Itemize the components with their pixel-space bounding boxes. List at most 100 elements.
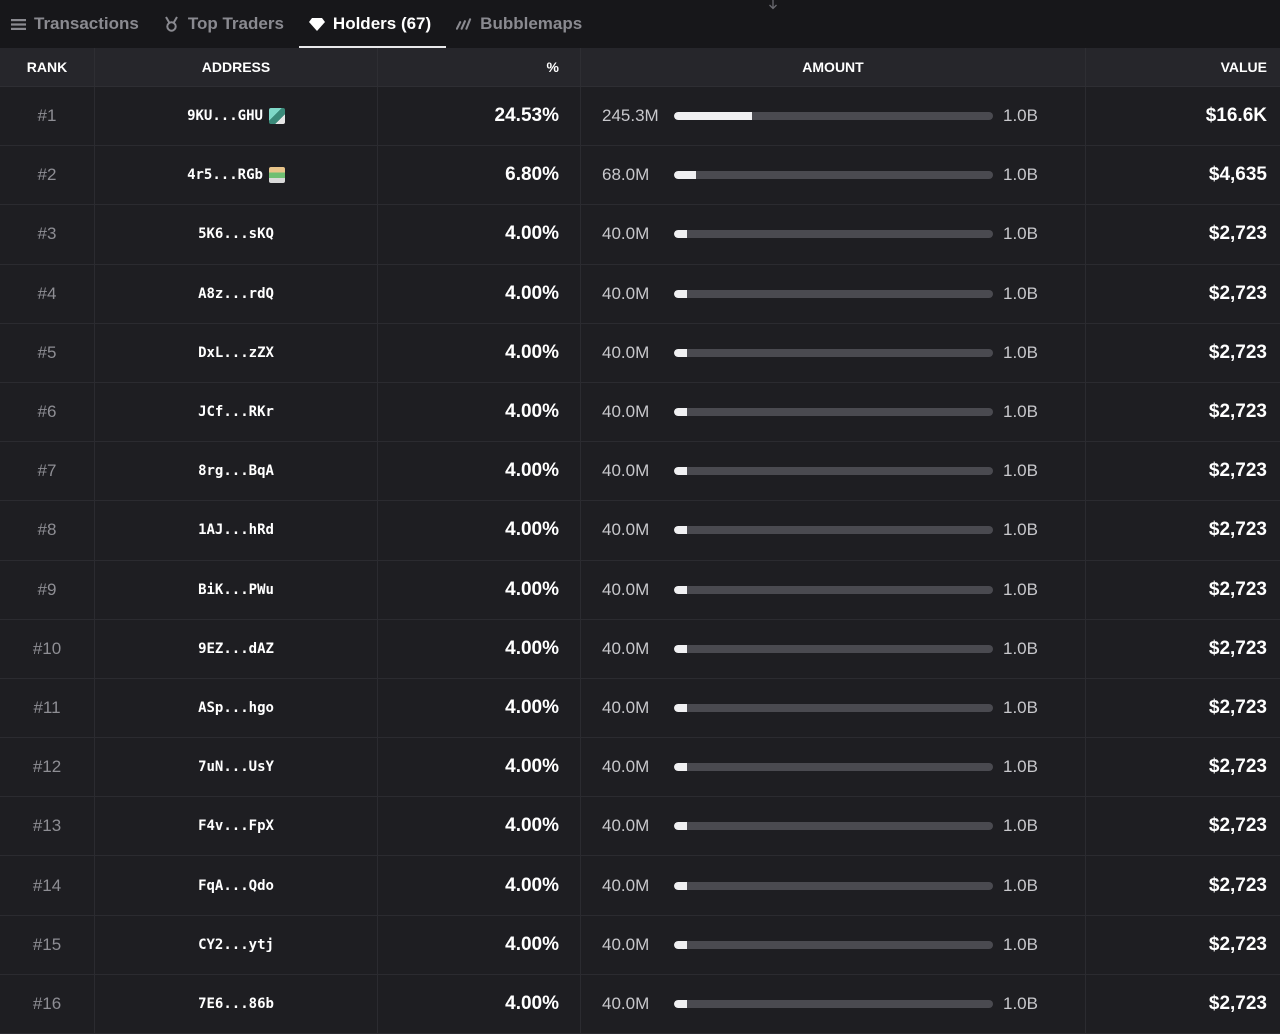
rank-text: #14 — [32, 875, 62, 895]
percent-text: 4.00% — [505, 223, 559, 245]
rank-cell: #15 — [0, 915, 95, 974]
address-text[interactable]: 5K6...sKQ — [198, 226, 274, 242]
address-cell[interactable]: ASp...hgo — [95, 678, 378, 738]
table-row[interactable]: #9 BiK...PWu 4.00% 40.0M 1.0B $2,723 — [0, 560, 1280, 620]
holding-bar — [674, 171, 993, 180]
total-supply-text: 1.0B — [1003, 106, 1038, 126]
address-cell[interactable]: 7uN...UsY — [95, 738, 378, 797]
address-text[interactable]: A8z...rdQ — [198, 286, 274, 302]
table-row[interactable]: #1 9KU...GHU 24.53% 245.3M 1.0B $16.6K — [0, 87, 1280, 147]
percent-text: 4.00% — [505, 933, 559, 955]
table-row[interactable]: #14 FqA...Qdo 4.00% 40.0M 1.0B $2,723 — [0, 856, 1280, 916]
table-row[interactable]: #10 9EZ...dAZ 4.00% 40.0M 1.0B $2,723 — [0, 619, 1280, 679]
amount-text: 40.0M — [602, 224, 650, 244]
value-cell: $2,723 — [1086, 975, 1280, 1033]
address-cell[interactable]: 9EZ...dAZ — [95, 619, 378, 678]
holding-bar-fill — [674, 289, 687, 298]
header-percent[interactable]: % — [378, 48, 581, 86]
address-text[interactable]: 9KU...GHU — [187, 108, 263, 124]
tab-bubblemaps[interactable]: Bubblemaps — [446, 0, 597, 48]
address-text[interactable]: JCf...RKr — [198, 404, 274, 420]
tab-transactions[interactable]: Transactions — [0, 0, 154, 48]
value-text: $2,723 — [1208, 341, 1267, 363]
header-amount[interactable]: AMOUNT — [581, 48, 1086, 86]
address-cell[interactable]: CY2...ytj — [95, 915, 378, 974]
rank-cell: #8 — [0, 501, 95, 560]
table-row[interactable]: #5 DxL...zZX 4.00% 40.0M 1.0B $2,723 — [0, 323, 1280, 383]
amount-text: 40.0M — [602, 875, 650, 895]
address-cell[interactable]: 9KU...GHU — [95, 87, 378, 146]
address-cell[interactable]: 7E6...86b — [95, 974, 378, 1033]
address-text[interactable]: 9EZ...dAZ — [198, 641, 274, 657]
table-row[interactable]: #11 ASp...hgo 4.00% 40.0M 1.0B $2,723 — [0, 678, 1280, 739]
address-text[interactable]: ASp...hgo — [198, 700, 274, 716]
table-row[interactable]: #12 7uN...UsY 4.00% 40.0M 1.0B $2,723 — [0, 738, 1280, 798]
rank-text: #4 — [37, 283, 57, 303]
value-cell: $2,723 — [1086, 738, 1280, 796]
rank-cell: #7 — [0, 442, 95, 501]
diamond-icon — [308, 16, 325, 32]
tab-holders[interactable]: Holders (67) — [298, 0, 447, 48]
rank-cell: #5 — [0, 323, 95, 382]
value-text: $2,723 — [1208, 815, 1267, 837]
address-text[interactable]: F4v...FpX — [198, 818, 274, 834]
address-cell[interactable]: 1AJ...hRd — [95, 501, 378, 560]
tab-bar: Transactions Top Traders Holders (67) Bu… — [0, 0, 1280, 48]
percent-cell: 6.80% — [378, 146, 581, 205]
address-text[interactable]: 7uN...UsY — [198, 759, 274, 775]
address-cell[interactable]: FqA...Qdo — [95, 856, 378, 915]
table-row[interactable]: #16 7E6...86b 4.00% 40.0M 1.0B $2,723 — [0, 974, 1280, 1034]
address-text[interactable]: 1AJ...hRd — [198, 522, 274, 538]
rank-cell: #2 — [0, 146, 95, 205]
address-text[interactable]: CY2...ytj — [198, 937, 274, 953]
address-cell[interactable]: F4v...FpX — [95, 797, 378, 856]
percent-text: 4.00% — [505, 460, 559, 482]
address-cell[interactable]: 4r5...RGb — [95, 146, 378, 205]
holding-bar — [674, 644, 993, 653]
table-row[interactable]: #8 1AJ...hRd 4.00% 40.0M 1.0B $2,723 — [0, 501, 1280, 561]
address-text[interactable]: 8rg...BqA — [198, 463, 274, 479]
amount-text: 68.0M — [602, 165, 650, 185]
total-supply-text: 1.0B — [1003, 283, 1038, 303]
amount-text: 40.0M — [602, 757, 650, 777]
value-text: $2,723 — [1208, 401, 1267, 423]
holding-bar — [674, 999, 993, 1008]
table-row[interactable]: #4 A8z...rdQ 4.00% 40.0M 1.0B $2,723 — [0, 264, 1280, 324]
value-cell: $2,723 — [1086, 620, 1280, 678]
total-supply-text: 1.0B — [1003, 402, 1038, 422]
address-text[interactable]: FqA...Qdo — [198, 878, 274, 894]
value-text: $2,723 — [1208, 696, 1267, 718]
table-row[interactable]: #6 JCf...RKr 4.00% 40.0M 1.0B $2,723 — [0, 382, 1280, 443]
table-row[interactable]: #2 4r5...RGb 6.80% 68.0M 1.0B $4,635 — [0, 146, 1280, 206]
value-text: $2,723 — [1208, 282, 1267, 304]
table-row[interactable]: #7 8rg...BqA 4.00% 40.0M 1.0B $2,723 — [0, 442, 1280, 502]
percent-cell: 4.00% — [378, 205, 581, 264]
percent-cell: 4.00% — [378, 856, 581, 915]
address-cell[interactable]: BiK...PWu — [95, 560, 378, 619]
header-rank[interactable]: RANK — [0, 48, 95, 86]
tab-top-traders[interactable]: Top Traders — [154, 0, 299, 48]
table-row[interactable]: #13 F4v...FpX 4.00% 40.0M 1.0B $2,723 — [0, 797, 1280, 857]
address-text[interactable]: BiK...PWu — [198, 582, 274, 598]
table-row[interactable]: #3 5K6...sKQ 4.00% 40.0M 1.0B $2,723 — [0, 205, 1280, 265]
address-text[interactable]: DxL...zZX — [198, 345, 274, 361]
address-text[interactable]: 4r5...RGb — [187, 167, 263, 183]
percent-text: 4.00% — [505, 578, 559, 600]
address-cell[interactable]: DxL...zZX — [95, 323, 378, 382]
address-text[interactable]: 7E6...86b — [198, 996, 274, 1012]
header-address[interactable]: ADDRESS — [95, 48, 378, 86]
holding-bar-fill — [674, 703, 687, 712]
address-cell[interactable]: A8z...rdQ — [95, 264, 378, 323]
address-cell[interactable]: JCf...RKr — [95, 382, 378, 442]
address-cell[interactable]: 5K6...sKQ — [95, 205, 378, 264]
percent-cell: 4.00% — [378, 560, 581, 619]
total-supply-text: 1.0B — [1003, 875, 1038, 895]
rank-text: #1 — [37, 106, 57, 126]
amount-cell: 40.0M 1.0B — [581, 264, 1086, 323]
resize-handle-icon[interactable] — [765, 0, 781, 12]
table-row[interactable]: #15 CY2...ytj 4.00% 40.0M 1.0B $2,723 — [0, 915, 1280, 975]
header-value[interactable]: VALUE — [1086, 48, 1280, 86]
rank-text: #13 — [32, 816, 62, 836]
address-cell[interactable]: 8rg...BqA — [95, 442, 378, 501]
amount-cell: 245.3M 1.0B — [581, 87, 1086, 146]
